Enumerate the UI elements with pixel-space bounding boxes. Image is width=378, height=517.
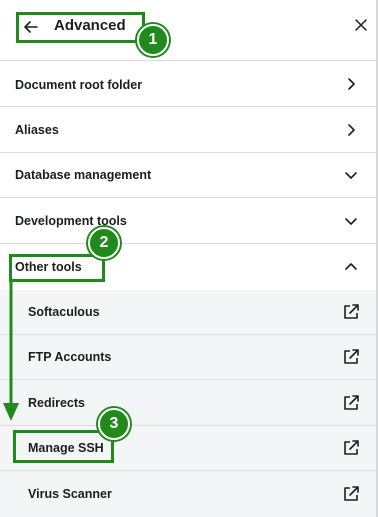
step-badge-2: 2 [88,227,120,259]
step-badge-3: 3 [98,408,130,440]
advanced-panel: Advanced Document root folder Aliases Da… [0,0,378,517]
step-badge-1: 1 [137,24,169,56]
annotation-arrow [3,282,19,421]
